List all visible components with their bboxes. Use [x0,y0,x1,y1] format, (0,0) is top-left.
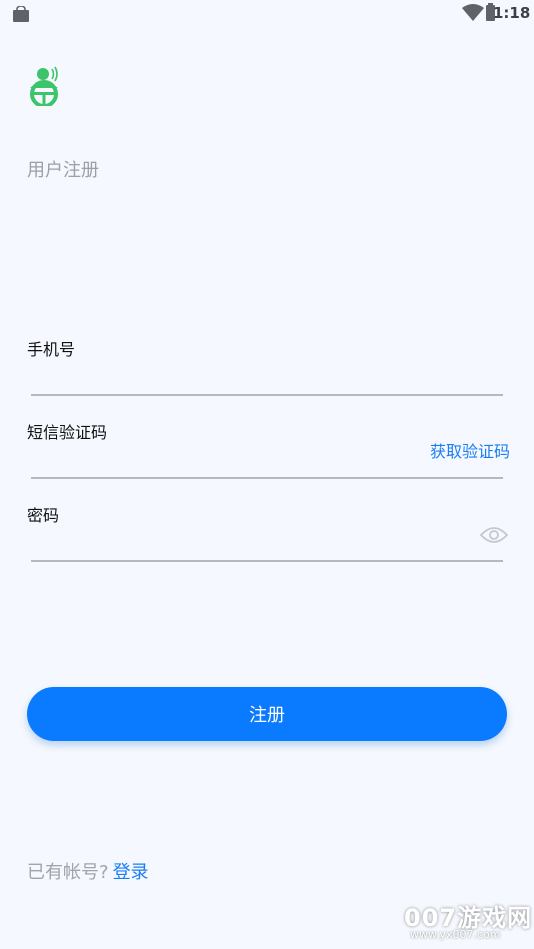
login-prompt: 已有帐号? [27,862,109,883]
status-time: 1:18 [493,4,531,22]
password-label: 密码 [27,506,60,525]
sms-code-label: 短信验证码 [27,423,108,442]
register-button[interactable]: 注册 [27,687,507,741]
eye-icon[interactable] [480,525,508,545]
wifi-icon [462,4,484,21]
register-screen: 1:18 用户注册 手机号 短信验证码 获取验证码 密码 注册 已有帐号? 登录 … [0,0,534,949]
password-underline [31,560,503,562]
get-verification-code-button[interactable]: 获取验证码 [420,438,510,462]
driver-steering-wheel-logo [30,66,58,106]
watermark-url: www.yx007.com [410,928,501,941]
sms-code-underline [31,477,503,479]
page-title: 用户注册 [27,160,99,181]
login-link[interactable]: 登录 [113,862,149,883]
status-bar: 1:18 [0,0,534,28]
login-row: 已有帐号? 登录 [27,858,149,884]
phone-input[interactable] [31,362,471,392]
shopping-bag-icon [13,6,29,22]
phone-underline [31,394,503,396]
sms-code-input[interactable] [31,444,411,474]
phone-label: 手机号 [27,340,76,359]
password-input[interactable] [31,528,471,558]
